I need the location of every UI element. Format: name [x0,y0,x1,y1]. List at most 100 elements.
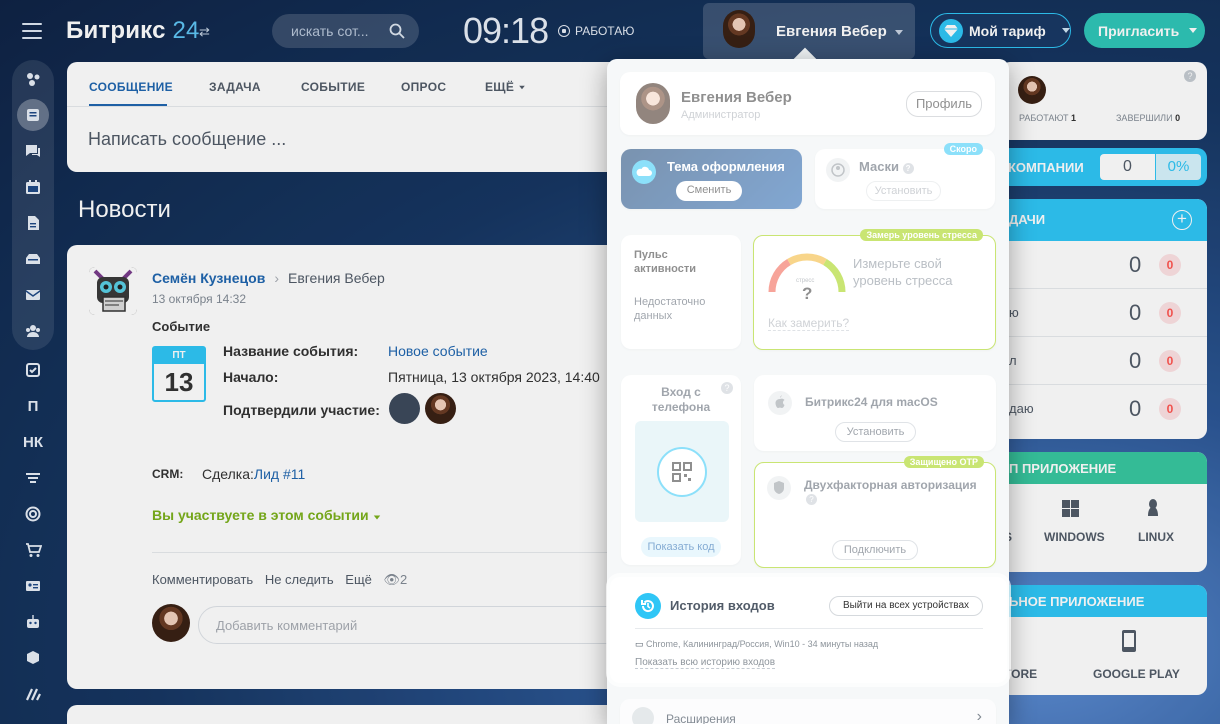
profile-button[interactable]: Профиль [906,91,982,117]
tasks-title: ДАЧИ [1009,212,1046,227]
sidebar-item-nk[interactable]: НК [14,426,52,458]
how-to-measure-link[interactable]: Как замерить? [768,316,850,331]
sidebar-item-news[interactable] [14,99,52,131]
show-all-history-link[interactable]: Показать всю историю входов [635,657,776,669]
tab-task[interactable]: ЗАДАЧА [209,80,261,94]
help-icon[interactable]: ? [806,494,817,505]
macos-card: Битрикс24 для macOS Установить [754,375,996,451]
tab-event[interactable]: СОБЫТИЕ [301,80,365,94]
tariff-button[interactable]: Мой тариф [930,13,1071,48]
stress-card[interactable]: Замерь уровень стресса стресс ? Измерьте… [753,229,996,350]
menu-icon[interactable] [22,22,44,40]
search-icon[interactable] [389,23,405,39]
sidebar-item-shop[interactable] [14,534,52,566]
extensions-label: Расширения [666,712,736,724]
linux-app-link[interactable]: LINUX [1138,530,1174,544]
confirmed-label: Подтвердили участие: [223,402,380,418]
login-history-card: История входов Выйти на всех устройствах… [610,577,1007,683]
post-header: Семён Кузнецов › Евгения Вебер [152,270,385,286]
logo[interactable]: Битрикс 24 [66,17,200,45]
avatar[interactable] [636,83,670,124]
show-code-button[interactable]: Показать код [641,537,721,557]
sidebar-item-calendar[interactable] [14,171,52,203]
contact-card-icon [26,581,40,591]
pulse-text: Недостаточно данных [634,296,706,322]
sidebar-item-market[interactable] [14,642,52,674]
chevron-down-icon [1189,28,1198,33]
sidebar-item-drive[interactable] [14,243,52,275]
windows-app-link[interactable]: WINDOWS [1044,530,1105,544]
participation-status[interactable]: Вы участвуете в этом событии [152,507,381,523]
recipient[interactable]: Евгения Вебер [288,270,385,286]
google-play-link[interactable]: GOOGLE PLAY [1093,667,1180,681]
document-icon [28,216,39,230]
task-row[interactable]: 00 [1000,241,1207,289]
crm-lead-link[interactable]: Лид #11 [254,466,305,482]
post-actions: Комментировать Не следить Ещё 👁2 [152,572,407,588]
tab-poll[interactable]: ОПРОС [401,80,446,94]
android-phone-icon [1119,629,1141,660]
chevron-down-icon [1061,28,1070,33]
help-icon[interactable]: ? [1184,70,1196,82]
phone-login-card: Вход с телефона ? Показать код [621,375,741,565]
author-link[interactable]: Семён Кузнецов [152,270,265,286]
logout-all-devices-button[interactable]: Выйти на всех устройствах [829,596,983,616]
sidebar-item-more[interactable] [14,678,52,710]
author-avatar[interactable] [89,267,137,315]
change-theme-button[interactable]: Сменить [676,181,742,201]
unfollow-link[interactable]: Не следить [265,572,334,587]
history-entry: ▭ Chrome, Калининград/Россия, Win10 - 34… [635,639,879,649]
message-input[interactable]: Написать сообщение ... [88,129,286,150]
install-masks-button[interactable]: Установить [866,181,941,201]
sidebar-item-chat[interactable] [14,135,52,167]
sidebar-item-docs[interactable] [14,207,52,239]
sidebar-item-feed[interactable] [14,63,52,95]
search-input[interactable]: искать сот... [272,14,419,48]
post-date[interactable]: 13 октября 14:32 [152,292,246,306]
task-row[interactable]: даю 0 0 [1000,385,1207,433]
slash-logo-icon [25,688,41,701]
help-icon[interactable]: ? [721,382,733,394]
sidebar-item-contacts[interactable] [14,570,52,602]
theme-card[interactable]: Тема оформления Сменить [621,149,802,209]
connect-2fa-button[interactable]: Подключить [832,540,918,560]
tab-message[interactable]: СООБЩЕНИЕ [89,80,173,94]
participant-avatar[interactable] [425,393,456,424]
cube-icon [27,651,39,664]
participant-avatar[interactable] [389,393,420,424]
invite-button[interactable]: Пригласить [1084,13,1205,48]
mobile-app-widget: ЬНОЕ ПРИЛОЖЕНИЕ TORE GOOGLE PLAY [1000,585,1207,695]
sidebar-item-mail[interactable] [14,279,52,311]
sidebar-item-goals[interactable] [14,498,52,530]
sidebar-item-groups[interactable] [14,315,52,347]
sidebar-item-p[interactable]: П [14,390,52,422]
extensions-item[interactable]: Расширения › [620,699,996,724]
logo-settings-icon[interactable]: ⇄ [199,24,210,40]
profile-name[interactable]: Евгения Вебер [681,89,792,106]
install-mac-button[interactable]: Установить [835,422,916,442]
comment-input[interactable]: Добавить комментарий [198,606,643,644]
user-name[interactable]: Евгения Вебер [776,23,903,40]
more-link[interactable]: Ещё [345,572,372,587]
eye-icon: 👁 [383,572,401,587]
clock[interactable]: 09:18 [463,10,549,52]
calendar-icon: ПТ 13 [152,346,206,402]
finished-label: ЗАВЕРШИЛИ 0 [1116,113,1181,123]
help-icon[interactable]: ? [902,163,914,174]
otp-badge: Защищено OTP [903,456,984,468]
event-name-link[interactable]: Новое событие [388,343,488,359]
counter-badge: 0 [1159,398,1181,420]
tab-more[interactable]: ЕЩЁ [485,80,526,94]
comment-link[interactable]: Комментировать [152,572,253,587]
task-row[interactable]: л00 [1000,337,1207,385]
sidebar-item-robot[interactable] [14,606,52,638]
sidebar-item-tasks[interactable] [14,354,52,386]
counter-badge: 0 [1159,254,1181,276]
task-row[interactable]: ю00 [1000,289,1207,337]
sidebar-item-filter[interactable] [14,462,52,494]
tasks-widget: ДАЧИ + 00 ю00 л00 даю 0 0 [1000,199,1207,439]
work-status[interactable]: РАБОТАЮ [558,24,634,38]
qr-code-icon[interactable] [657,447,707,497]
windows-icon [1062,500,1079,522]
add-task-icon[interactable]: + [1172,210,1192,230]
